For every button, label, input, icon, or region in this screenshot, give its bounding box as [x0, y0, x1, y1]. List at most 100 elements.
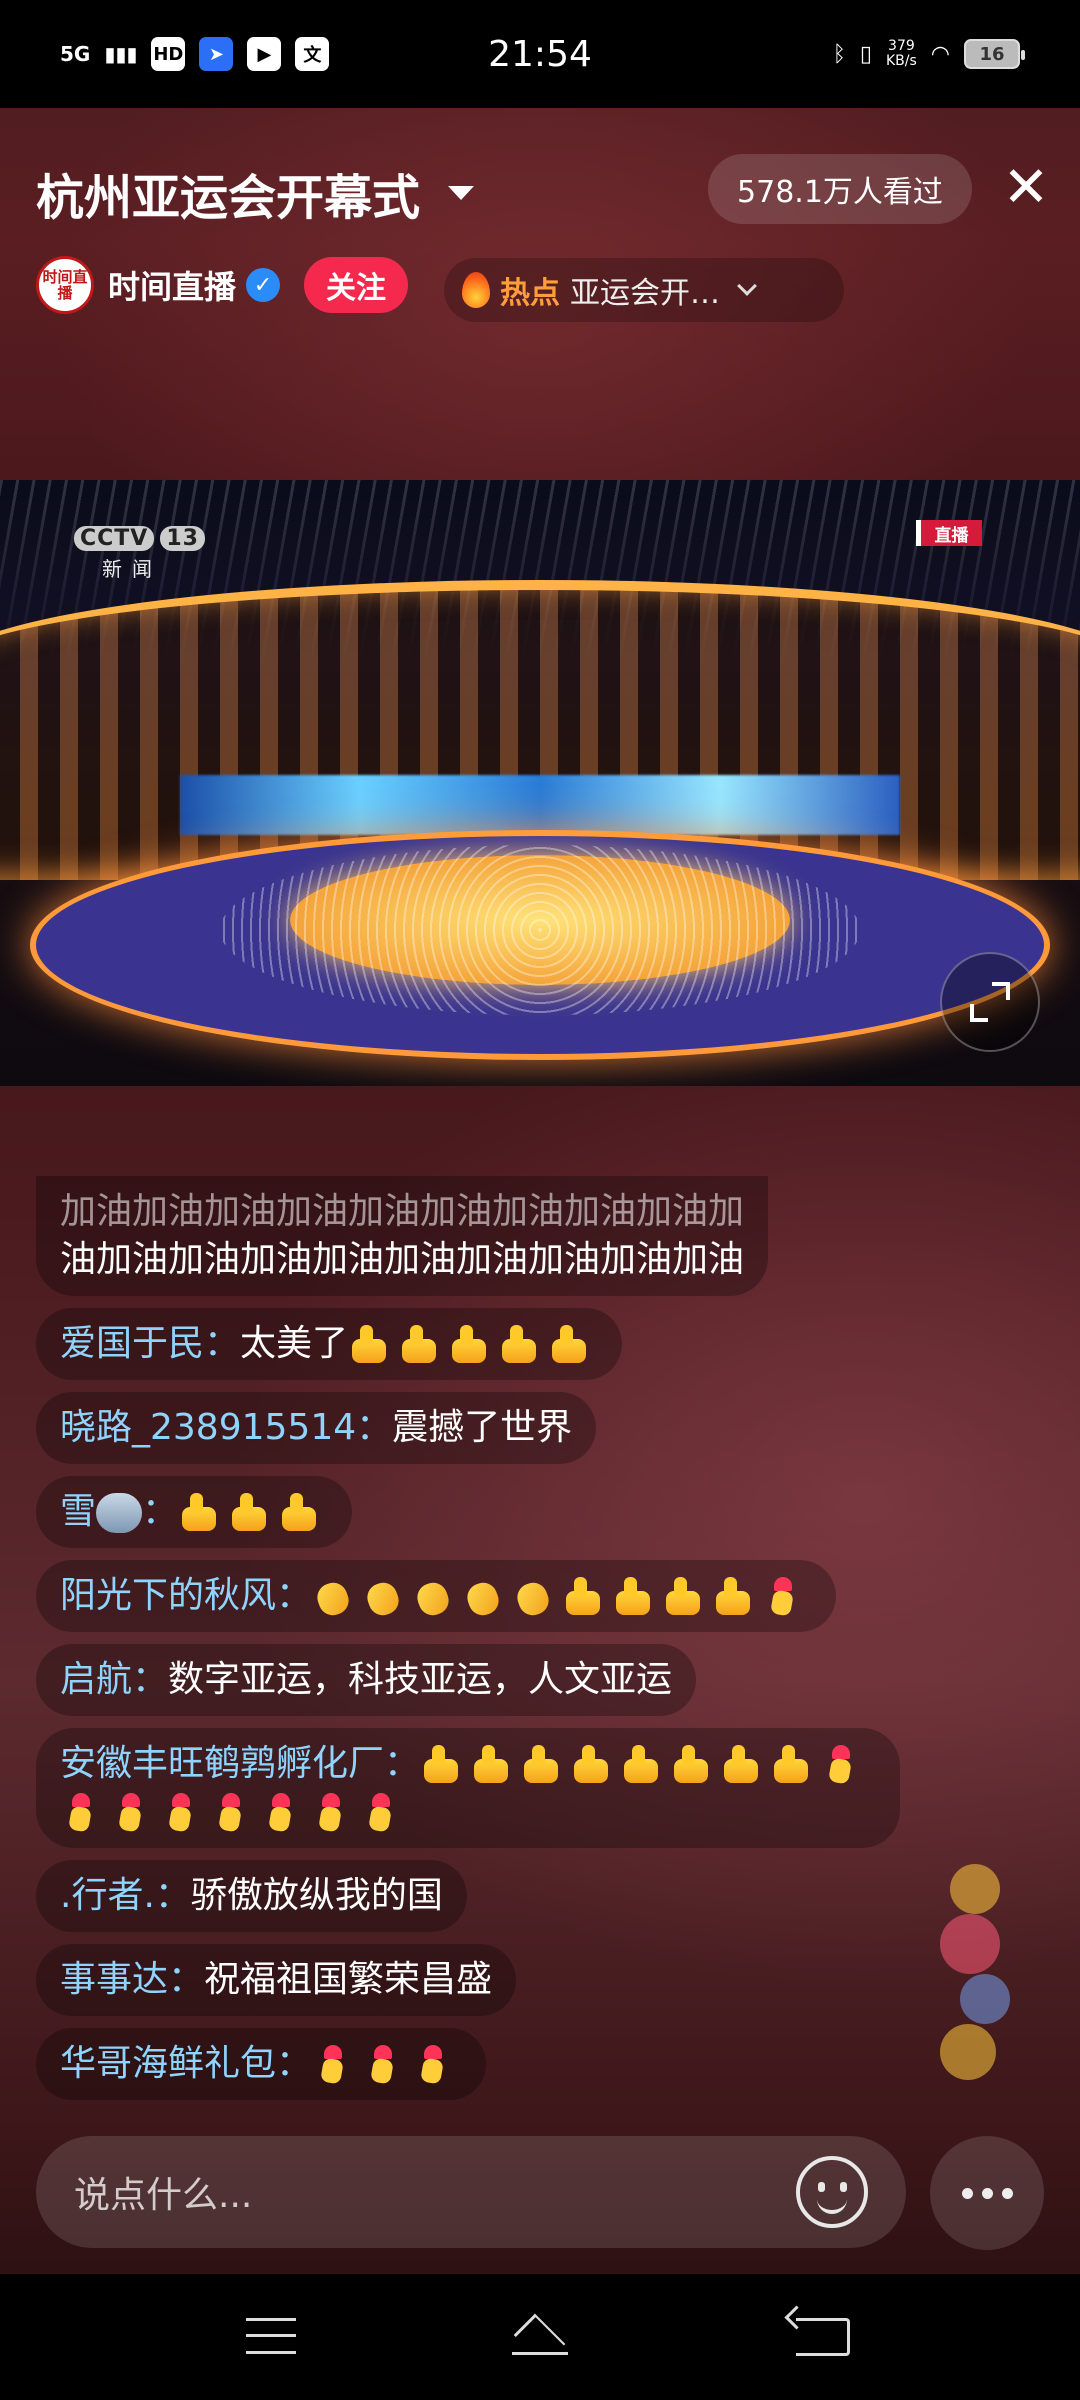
thumb-emoji-icon [720, 1745, 764, 1785]
heart-emoji-icon [820, 1745, 864, 1785]
comment-bubble[interactable]: 事事达：祝福祖国繁荣昌盛 [36, 1944, 517, 2016]
app-notification-icon: ➤ [199, 37, 234, 71]
speed-unit: KB/s [886, 53, 917, 69]
comment-username[interactable]: 安徽丰旺鹌鹑孵化厂： [60, 1743, 420, 1784]
comment-username[interactable]: 事事达： [60, 1959, 204, 2000]
thumb-emoji-icon [398, 1325, 442, 1365]
system-nav-bar [0, 2274, 1080, 2400]
thumb-emoji-icon [670, 1745, 714, 1785]
comment-bubble[interactable]: 安徽丰旺鹌鹑孵化厂： [36, 1728, 900, 1848]
flame-icon [462, 272, 490, 308]
status-bar: 5G ▮▮▮ HD ➤ ▶ 文 21:54 ᛒ ▯ 379 KB/s ◠ 16 [0, 0, 1080, 108]
comment-username[interactable]: .行者.： [60, 1875, 191, 1916]
thumb-emoji-icon [662, 1577, 706, 1617]
comment-list[interactable]: 加油加油加油加油加油加油加油加油加油加 油加油加油加油加油加油加油加油加油加油爱国… [36, 1176, 906, 2112]
comment-bubble[interactable]: 启航：数字亚运，科技亚运，人文亚运 [36, 1644, 697, 1716]
comment-username[interactable]: 晓路_238915514： [60, 1407, 392, 1448]
heart-emoji-icon [110, 1793, 154, 1833]
performers [220, 845, 860, 1015]
thumb-emoji-icon [770, 1745, 814, 1785]
author-info: 时间直播 时间直播 ✓ 关注 [36, 256, 409, 314]
comment-text: 震撼了世界 [392, 1407, 573, 1448]
thumb-emoji-icon [612, 1577, 656, 1617]
fullscreen-button[interactable] [940, 952, 1040, 1052]
avatar[interactable]: 时间直播 [36, 256, 94, 314]
live-badge: 直播 [916, 520, 982, 546]
comment-username[interactable]: 阳光下的秋风： [60, 1575, 312, 1616]
thumb-emoji-icon [348, 1325, 392, 1365]
room-title-text: 杭州亚运会开幕式 [36, 170, 421, 226]
back-icon[interactable] [796, 2318, 850, 2356]
comment-bubble[interactable]: .行者.：骄傲放纵我的国 [36, 1860, 467, 1932]
thumb-emoji-icon [562, 1577, 606, 1617]
thumb-emoji-icon [448, 1325, 492, 1365]
comment-bubble[interactable]: 加油加油加油加油加油加油加油加油加油加 油加油加油加油加油加油加油加油加油加油 [36, 1176, 769, 1296]
emoji-icon[interactable] [796, 2156, 868, 2228]
clap-emoji-icon [312, 1577, 356, 1617]
comment-bubble[interactable]: 阳光下的秋风： [36, 1560, 837, 1632]
comment-username[interactable]: 爱国于民： [60, 1323, 240, 1364]
comment-text: 骄傲放纵我的国 [190, 1875, 443, 1916]
comment-row: 雪： [36, 1476, 906, 1560]
follow-button[interactable]: 关注 [304, 257, 409, 313]
speed-value: 379 [888, 38, 915, 54]
comment-bubble[interactable]: 雪： [36, 1476, 353, 1548]
fullscreen-icon [970, 982, 1010, 1022]
heart-emoji-icon [312, 2045, 356, 2085]
comment-row: 加油加油加油加油加油加油加油加油加油加 油加油加油加油加油加油加油加油加油加油 [36, 1176, 906, 1308]
translate-notification-icon: 文 [295, 37, 330, 71]
thumb-emoji-icon [228, 1493, 272, 1533]
comment-placeholder: 说点什么... [74, 2175, 253, 2216]
comment-row: 晓路_238915514：震撼了世界 [36, 1392, 906, 1476]
comment-username[interactable]: 华哥海鲜礼包： [60, 2043, 312, 2084]
live-header: 杭州亚运会开幕式 578.1万人看过 ✕ 时间直播 时间直播 ✓ 关注 热点 亚… [0, 108, 1080, 378]
heart-emoji-icon [762, 1577, 806, 1617]
channel-sub: 新闻 [102, 557, 162, 581]
network-speed: 379 KB/s [886, 39, 917, 69]
dot-icon [1001, 2187, 1013, 2199]
hot-topic-chip[interactable]: 热点 亚运会开… [444, 258, 844, 322]
viewer-count[interactable]: 578.1万人看过 [708, 154, 972, 224]
heart-emoji-icon [160, 1793, 204, 1833]
comment-input[interactable]: 说点什么... [36, 2136, 906, 2248]
home-icon[interactable] [508, 2314, 572, 2358]
like-icon [950, 1864, 1000, 1914]
channel-number: 13 [160, 526, 205, 551]
close-icon[interactable]: ✕ [996, 158, 1056, 218]
verified-icon: ✓ [246, 268, 281, 302]
heart-emoji-icon [362, 2045, 406, 2085]
video-player[interactable]: CCTV 13 新闻 直播 [0, 480, 1080, 1086]
heart-emoji-icon [360, 1793, 404, 1833]
comment-username[interactable]: 启航： [60, 1659, 168, 1700]
stadium-screen [180, 775, 900, 835]
comment-text: 油加油加油加油加油加油加油加油加油加油 [60, 1239, 745, 1280]
like-icon [940, 1914, 1000, 1974]
more-button[interactable] [930, 2136, 1044, 2250]
thumb-emoji-icon [278, 1493, 322, 1533]
comment-bubble[interactable]: 爱国于民：太美了 [36, 1308, 623, 1380]
room-title[interactable]: 杭州亚运会开幕式 [36, 158, 475, 228]
comment-bubble[interactable]: 晓路_238915514：震撼了世界 [36, 1392, 597, 1464]
thumb-emoji-icon [178, 1493, 222, 1533]
heart-emoji-icon [210, 1793, 254, 1833]
heart-emoji-icon [310, 1793, 354, 1833]
clap-emoji-icon [512, 1577, 556, 1617]
comment-bubble[interactable]: 华哥海鲜礼包： [36, 2028, 487, 2100]
chevron-down-icon [737, 276, 757, 296]
thumb-emoji-icon [420, 1745, 464, 1785]
play-notification-icon: ▶ [247, 37, 282, 71]
author-name[interactable]: 时间直播 [108, 262, 236, 308]
comment-username[interactable]: 雪 [60, 1491, 96, 1532]
signal-icon: ▮▮▮ [104, 42, 138, 66]
comment-row: 启航：数字亚运，科技亚运，人文亚运 [36, 1644, 906, 1728]
battery-icon: 16 [964, 39, 1025, 69]
menu-icon[interactable] [246, 2318, 296, 2354]
dot-icon [981, 2187, 993, 2199]
comment-row: 华哥海鲜礼包： [36, 2028, 906, 2112]
comment-row: 爱国于民：太美了 [36, 1308, 906, 1392]
channel-logo: CCTV 13 新闻 [68, 518, 205, 582]
bluetooth-icon: ᛒ [832, 41, 846, 67]
snow-cloud-icon [96, 1493, 143, 1533]
comment-row: 事事达：祝福祖国繁荣昌盛 [36, 1944, 906, 2028]
hot-label: 热点 [500, 276, 560, 311]
